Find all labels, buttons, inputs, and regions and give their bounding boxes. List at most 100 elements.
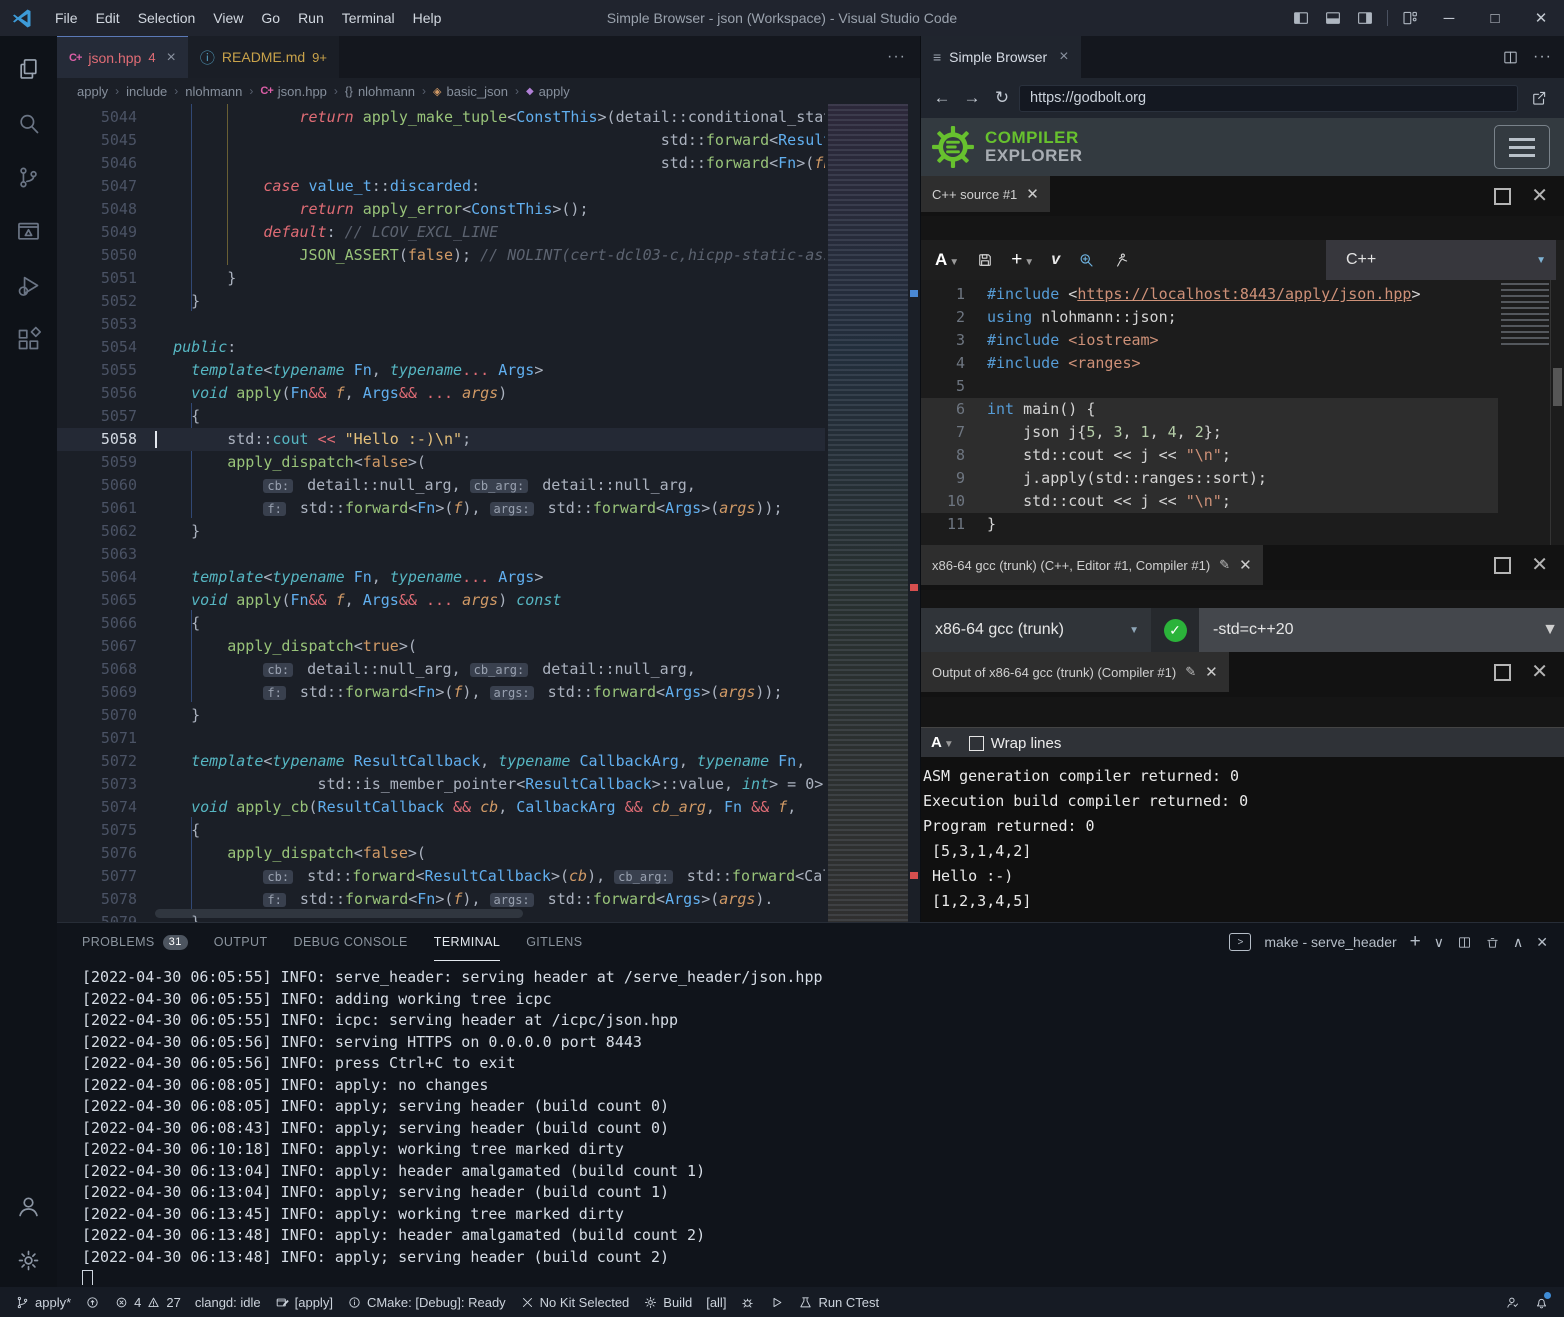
menu-selection[interactable]: Selection — [129, 6, 205, 30]
code-line-5047[interactable]: 5047 case value_t::discarded: — [57, 175, 825, 198]
ce-source-tab[interactable]: C++ source #1 ✕ — [921, 176, 1050, 212]
ce-code-line-1[interactable]: 1#include <https://localhost:8443/apply/… — [921, 283, 1498, 306]
forward-icon[interactable]: → — [959, 88, 985, 108]
rename-icon[interactable]: ✎ — [1219, 557, 1230, 573]
code-line-5077[interactable]: 5077 cb: std::forward<ResultCallback>(cb… — [57, 865, 825, 888]
close-panel-icon[interactable]: ✕ — [1536, 934, 1548, 951]
close-button[interactable]: ✕ — [1518, 0, 1564, 36]
status-item-bug[interactable] — [733, 1287, 762, 1317]
compiler-flags-input[interactable] — [1199, 608, 1536, 652]
menu-terminal[interactable]: Terminal — [333, 6, 404, 30]
code-line-5066[interactable]: 5066 { — [57, 612, 825, 635]
language-select[interactable]: C++ ▼ — [1326, 240, 1556, 280]
code-line-5045[interactable]: 5045 std::forward<ResultCallback>( — [57, 129, 825, 152]
ce-source-lines[interactable]: 1#include <https://localhost:8443/apply/… — [921, 283, 1498, 536]
ce-output-tab[interactable]: Output of x86-64 gcc (trunk) (Compiler #… — [921, 652, 1229, 692]
menu-go[interactable]: Go — [252, 6, 289, 30]
code-lines[interactable]: 5044 return apply_make_tuple<ConstThis>(… — [57, 106, 825, 922]
breadcrumb-item[interactable]: ◆apply — [526, 84, 570, 99]
kill-terminal-icon[interactable] — [1485, 935, 1500, 950]
status-item-play[interactable] — [762, 1287, 791, 1317]
terminal-output[interactable]: [2022-04-30 06:05:55] INFO: serve_header… — [82, 967, 1556, 1285]
ce-code-line-9[interactable]: 9 j.apply(std::ranges::sort); — [921, 467, 1498, 490]
ce-code-line-7[interactable]: 7 json j{5, 3, 1, 4, 2}; — [921, 421, 1498, 444]
code-line-5065[interactable]: 5065 void apply(Fn&& f, Args&& ... args)… — [57, 589, 825, 612]
code-line-5076[interactable]: 5076 apply_dispatch<false>( — [57, 842, 825, 865]
status-item-apply-[interactable]: apply* — [8, 1287, 78, 1317]
panel-tab-gitlens[interactable]: GITLENS — [526, 923, 582, 961]
url-input[interactable] — [1019, 85, 1518, 112]
terminal-title[interactable]: make - serve_header — [1264, 934, 1396, 950]
code-line-5051[interactable]: 5051 } — [57, 267, 825, 290]
toggle-sidebar-icon[interactable] — [1285, 9, 1317, 27]
code-line-5073[interactable]: 5073 std::is_member_pointer<ResultCallba… — [57, 773, 825, 796]
status-item-bell[interactable] — [1527, 1287, 1556, 1317]
ce-code-line-5[interactable]: 5 — [921, 375, 1498, 398]
reload-icon[interactable]: ↻ — [989, 88, 1015, 108]
code-line-5057[interactable]: 5057 { — [57, 405, 825, 428]
ce-compiler-tab[interactable]: x86-64 gcc (trunk) (C++, Editor #1, Comp… — [921, 545, 1263, 585]
source-control-icon[interactable] — [0, 150, 57, 204]
close-icon[interactable]: × — [167, 49, 176, 67]
breadcrumb-item[interactable]: {}nlohmann — [345, 84, 415, 99]
code-line-5053[interactable]: 5053 — [57, 313, 825, 336]
code-line-5050[interactable]: 5050 JSON_ASSERT(false); // NOLINT(cert-… — [57, 244, 825, 267]
tab-json-hpp[interactable]: C+ json.hpp 4 × — [57, 36, 188, 78]
status-item--apply-[interactable]: [apply] — [268, 1287, 340, 1317]
breadcrumb-item[interactable]: C+json.hpp — [260, 84, 327, 99]
menu-help[interactable]: Help — [404, 6, 451, 30]
code-line-5072[interactable]: 5072 template<typename ResultCallback, t… — [57, 750, 825, 773]
code-line-5054[interactable]: 5054 public: — [57, 336, 825, 359]
open-external-icon[interactable] — [1522, 89, 1556, 107]
code-line-5058[interactable]: 5058 std::cout << "Hello :-)\n"; — [57, 428, 825, 451]
code-line-5044[interactable]: 5044 return apply_make_tuple<ConstThis>(… — [57, 106, 825, 129]
status-item-cmake-debug-ready[interactable]: CMake: [Debug]: Ready — [340, 1287, 513, 1317]
code-line-5071[interactable]: 5071 — [57, 727, 825, 750]
toggle-secondary-sidebar-icon[interactable] — [1349, 9, 1381, 27]
ce-code-line-6[interactable]: 6int main() { — [921, 398, 1498, 421]
tab-readme-md[interactable]: ⓘ README.md 9+ — [188, 36, 339, 78]
ce-output-console[interactable]: ASM generation compiler returned: 0Execu… — [921, 757, 1564, 922]
account-icon[interactable] — [0, 1179, 57, 1233]
status-item-no-kit-selected[interactable]: No Kit Selected — [513, 1287, 637, 1317]
code-line-5068[interactable]: 5068 cb: detail::null_arg, cb_arg: detai… — [57, 658, 825, 681]
status-item-4[interactable]: 427 — [107, 1287, 188, 1317]
wrap-lines-checkbox[interactable]: Wrap lines — [969, 735, 1062, 752]
panel-tab-output[interactable]: OUTPUT — [214, 923, 268, 961]
close-icon[interactable]: ✕ — [1205, 663, 1218, 681]
code-line-5061[interactable]: 5061 f: std::forward<Fn>(f), args: std::… — [57, 497, 825, 520]
panel-tab-problems[interactable]: PROBLEMS31 — [82, 923, 188, 961]
horizontal-scrollbar[interactable] — [155, 909, 523, 918]
code-line-5049[interactable]: 5049 default: // LCOV_EXCL_LINE — [57, 221, 825, 244]
breadcrumb-item[interactable]: ◈basic_json — [433, 84, 508, 99]
add-pane-icon[interactable]: +▼ — [1011, 249, 1034, 271]
status-item--all-[interactable]: [all] — [699, 1287, 733, 1317]
font-size-icon[interactable]: A▼ — [931, 734, 954, 752]
terminal-dropdown-icon[interactable]: ∨ — [1434, 934, 1444, 951]
zoom-search-icon[interactable] — [1077, 251, 1095, 269]
menu-view[interactable]: View — [204, 6, 252, 30]
new-terminal-icon[interactable]: + — [1410, 931, 1421, 953]
split-terminal-icon[interactable] — [1457, 935, 1472, 950]
compiler-select[interactable]: x86-64 gcc (trunk) ▼ — [921, 608, 1151, 652]
split-editor-icon[interactable] — [1502, 49, 1519, 66]
code-line-5074[interactable]: 5074 void apply_cb(ResultCallback && cb,… — [57, 796, 825, 819]
status-item-feedback[interactable] — [1498, 1287, 1527, 1317]
breadcrumb-item[interactable]: nlohmann — [185, 84, 242, 99]
hamburger-menu-icon[interactable] — [1494, 125, 1550, 169]
code-line-5064[interactable]: 5064 template<typename Fn, typename... A… — [57, 566, 825, 589]
settings-icon[interactable] — [0, 1233, 57, 1287]
code-line-5055[interactable]: 5055 template<typename Fn, typename... A… — [57, 359, 825, 382]
vim-mode-icon[interactable]: v — [1051, 251, 1060, 269]
customize-layout-icon[interactable] — [1394, 9, 1426, 27]
minimap[interactable] — [828, 104, 908, 922]
status-item-clangd-idle[interactable]: clangd: idle — [188, 1287, 268, 1317]
code-line-5078[interactable]: 5078 f: std::forward<Fn>(f), args: std::… — [57, 888, 825, 911]
back-icon[interactable]: ← — [929, 88, 955, 108]
files-icon[interactable] — [0, 42, 57, 96]
toggle-panel-icon[interactable] — [1317, 9, 1349, 27]
tab-simple-browser[interactable]: ≡ Simple Browser × — [921, 36, 1081, 78]
breadcrumb-item[interactable]: include — [126, 84, 167, 99]
menu-file[interactable]: File — [46, 6, 87, 30]
ce-code-line-10[interactable]: 10 std::cout << j << "\n"; — [921, 490, 1498, 513]
